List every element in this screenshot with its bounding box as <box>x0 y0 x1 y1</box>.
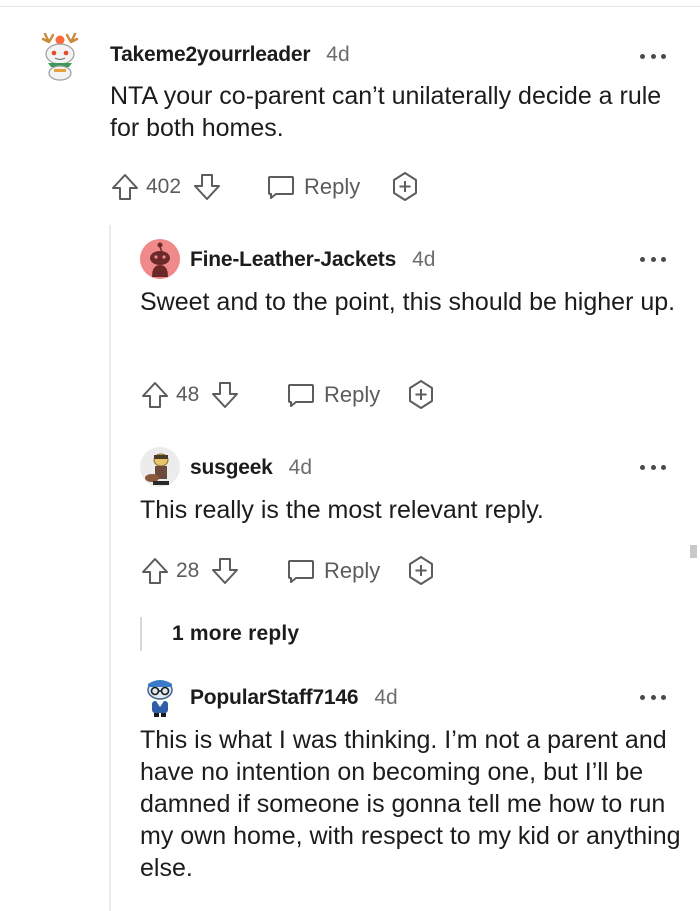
award-icon[interactable] <box>406 378 436 412</box>
downvote-icon[interactable] <box>192 170 222 204</box>
reply-bubble-icon <box>288 384 314 407</box>
comment-body: This really is the most relevant reply. <box>140 496 544 524</box>
comment-actions: 28 Reply <box>140 554 450 588</box>
reply-label: Reply <box>324 558 381 583</box>
scrollbar-thumb[interactable] <box>690 545 697 558</box>
more-options-icon[interactable] <box>640 52 666 60</box>
username[interactable]: Fine-Leather-Jackets <box>190 248 396 272</box>
vote-count: 28 <box>176 559 200 582</box>
reply-bubble-icon <box>268 176 294 199</box>
upvote-icon[interactable] <box>140 554 170 588</box>
timestamp[interactable]: 4d <box>412 248 435 272</box>
default-snoo-avatar-icon[interactable] <box>139 238 181 280</box>
top-divider <box>0 6 700 7</box>
upvote-icon[interactable] <box>110 170 140 204</box>
award-icon[interactable] <box>390 170 420 204</box>
more-options-icon[interactable] <box>640 255 666 263</box>
comment-meta: PopularStaff7146 4d <box>190 686 398 710</box>
comment-actions: 48 Reply <box>140 378 450 412</box>
comment-meta: susgeek 4d <box>190 456 312 480</box>
reply-bubble-icon <box>288 560 314 583</box>
reply-button[interactable]: Reply <box>266 170 360 204</box>
comment-body: NTA your co-parent can’t unilaterally de… <box>110 82 662 142</box>
more-options-icon[interactable] <box>640 693 666 701</box>
snoo-reindeer-avatar-icon[interactable] <box>35 30 87 82</box>
more-replies-label[interactable]: 1 more reply <box>172 622 299 646</box>
reply-button[interactable]: Reply <box>286 554 380 588</box>
more-options-icon[interactable] <box>640 463 666 471</box>
comment-meta: Fine-Leather-Jackets 4d <box>190 248 435 272</box>
comment-body: This is what I was thinking. I’m not a p… <box>140 726 681 882</box>
thread-line[interactable] <box>109 225 111 911</box>
vote-count: 48 <box>176 383 200 406</box>
more-replies-bar <box>140 617 142 651</box>
comment-actions: 402 Reply <box>110 170 430 204</box>
timestamp[interactable]: 4d <box>289 456 312 480</box>
more-replies-link[interactable]: 1 more reply <box>140 614 299 654</box>
timestamp[interactable]: 4d <box>326 43 349 67</box>
reply-label: Reply <box>304 174 361 199</box>
comment-meta: Takeme2yourrleader 4d <box>110 43 350 67</box>
award-icon[interactable] <box>406 554 436 588</box>
timestamp[interactable]: 4d <box>374 686 397 710</box>
username[interactable]: Takeme2yourrleader <box>110 43 310 67</box>
reply-button[interactable]: Reply <box>286 378 380 412</box>
reply-label: Reply <box>324 382 381 407</box>
comment-body: Sweet and to the point, this should be h… <box>140 288 676 316</box>
username[interactable]: susgeek <box>190 456 273 480</box>
upvote-icon[interactable] <box>140 378 170 412</box>
snoo-figure-avatar-icon[interactable] <box>139 446 181 488</box>
vote-count: 402 <box>146 175 182 198</box>
username[interactable]: PopularStaff7146 <box>190 686 359 710</box>
downvote-icon[interactable] <box>210 554 240 588</box>
downvote-icon[interactable] <box>210 378 240 412</box>
snoo-glasses-avatar-icon[interactable] <box>139 676 181 718</box>
